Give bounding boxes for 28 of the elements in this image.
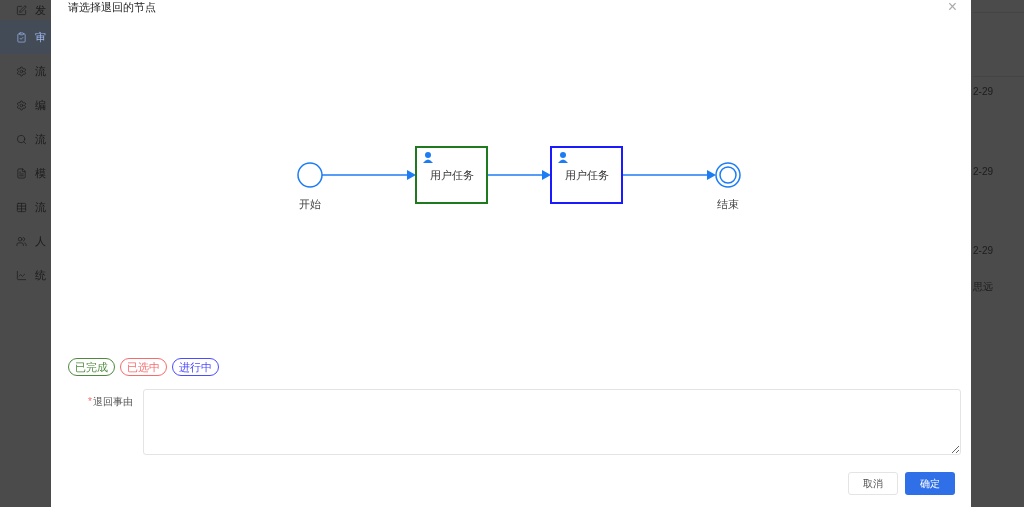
search-icon <box>16 133 27 145</box>
user-task-node[interactable] <box>415 146 488 204</box>
chart-icon <box>16 269 27 281</box>
reason-field[interactable] <box>143 389 961 455</box>
person-icon <box>423 152 433 163</box>
sidebar-item[interactable]: 审 <box>0 20 51 54</box>
end-event[interactable] <box>715 162 741 188</box>
node-label: 结束 <box>717 198 739 210</box>
pen-square-icon <box>16 4 27 16</box>
confirm-button[interactable]: 确定 <box>905 472 955 495</box>
close-button[interactable]: × <box>947 0 957 15</box>
dialog-title: 请选择退回的节点 <box>68 0 156 15</box>
required-mark: * <box>88 395 92 409</box>
cancel-button[interactable]: 取消 <box>848 472 898 495</box>
people-icon <box>16 235 27 247</box>
person-icon <box>558 152 568 163</box>
user-task-node[interactable] <box>550 146 623 204</box>
field-label: 退回事由 <box>93 395 133 409</box>
gear-icon <box>16 65 27 77</box>
node-label: 用户任务 <box>429 169 474 181</box>
document-icon <box>16 167 27 179</box>
sequence-arrow <box>486 170 551 180</box>
node-label: 开始 <box>299 198 321 210</box>
start-event[interactable] <box>297 162 323 188</box>
gear-icon <box>16 99 27 111</box>
node-label: 用户任务 <box>564 169 609 181</box>
table-icon <box>16 201 27 213</box>
clipboard-icon <box>16 31 27 43</box>
